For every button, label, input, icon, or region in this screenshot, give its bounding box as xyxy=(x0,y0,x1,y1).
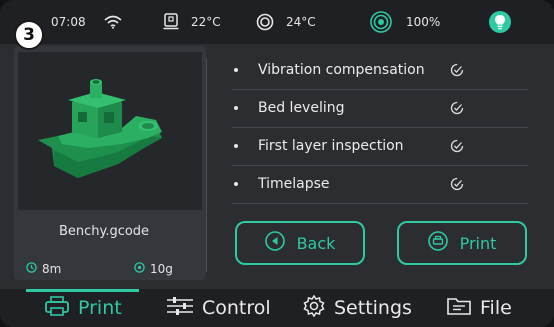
option-bed-leveling[interactable]: Bed leveling xyxy=(232,89,528,128)
filament-weight: 10g xyxy=(134,262,173,276)
option-label: Bed leveling xyxy=(258,100,345,116)
nav-file[interactable]: File xyxy=(446,289,512,327)
model-preview xyxy=(18,52,202,210)
bed-temp[interactable]: 22°C xyxy=(163,0,221,44)
nav-file-label: File xyxy=(480,297,512,319)
option-vibration-compensation[interactable]: Vibration compensation xyxy=(232,51,528,90)
option-label: Vibration compensation xyxy=(258,62,425,78)
gear-icon xyxy=(302,294,326,323)
nav-settings[interactable]: Settings xyxy=(302,289,412,327)
status-bar: 07:08 22°C 24°C 100% xyxy=(0,0,554,44)
option-label: First layer inspection xyxy=(258,138,404,154)
speed[interactable]: 100% xyxy=(370,0,440,44)
nav-settings-label: Settings xyxy=(334,297,412,319)
nozzle-temp-text: 24°C xyxy=(286,15,316,29)
nav-print-label: Print xyxy=(78,297,122,319)
print-button-label: Print xyxy=(459,233,497,253)
back-arrow-icon xyxy=(264,231,285,255)
nav-control-label: Control xyxy=(202,297,271,319)
clock: 07:08 xyxy=(51,0,86,44)
time-text: 07:08 xyxy=(51,15,86,29)
clock-icon xyxy=(26,262,37,276)
sliders-icon xyxy=(166,296,194,321)
screen: 07:08 22°C 24°C 100% 3 Benchy.gcode 8m 1… xyxy=(0,0,554,327)
folder-icon xyxy=(446,295,472,322)
benchy-model-image xyxy=(38,79,162,178)
panel-divider xyxy=(206,58,207,272)
speed-text: 100% xyxy=(406,15,441,29)
back-button[interactable]: Back xyxy=(235,221,365,265)
check-toggle-icon[interactable] xyxy=(450,63,464,81)
print-time: 8m xyxy=(26,262,61,276)
option-timelapse[interactable]: Timelapse xyxy=(232,165,528,204)
bed-temp-text: 22°C xyxy=(191,15,221,29)
wifi-icon[interactable] xyxy=(104,0,122,44)
option-first-layer-inspection[interactable]: First layer inspection xyxy=(232,127,528,166)
light-toggle[interactable] xyxy=(488,0,512,44)
nozzle-icon xyxy=(256,13,274,31)
printer-icon xyxy=(44,295,70,322)
heated-bed-icon xyxy=(163,13,179,31)
back-button-label: Back xyxy=(296,233,336,253)
file-name: Benchy.gcode xyxy=(58,224,150,239)
nav-control[interactable]: Control xyxy=(166,289,271,327)
check-toggle-icon[interactable] xyxy=(450,177,464,195)
speed-icon xyxy=(370,11,392,33)
print-button[interactable]: Print xyxy=(397,221,527,265)
option-label: Timelapse xyxy=(258,176,330,192)
light-bulb-icon xyxy=(488,10,512,34)
filament-weight-text: 10g xyxy=(150,262,173,276)
filament-spool-icon xyxy=(134,262,145,276)
print-icon xyxy=(427,231,448,255)
bullet xyxy=(234,144,238,148)
nav-print[interactable]: Print xyxy=(44,289,122,327)
bullet xyxy=(234,106,238,110)
bullet xyxy=(234,182,238,186)
print-time-text: 8m xyxy=(42,262,62,276)
screen-number-badge: 3 xyxy=(14,20,44,50)
check-toggle-icon[interactable] xyxy=(450,101,464,119)
nozzle-temp[interactable]: 24°C xyxy=(256,0,316,44)
check-toggle-icon[interactable] xyxy=(450,139,464,157)
bullet xyxy=(234,68,238,72)
